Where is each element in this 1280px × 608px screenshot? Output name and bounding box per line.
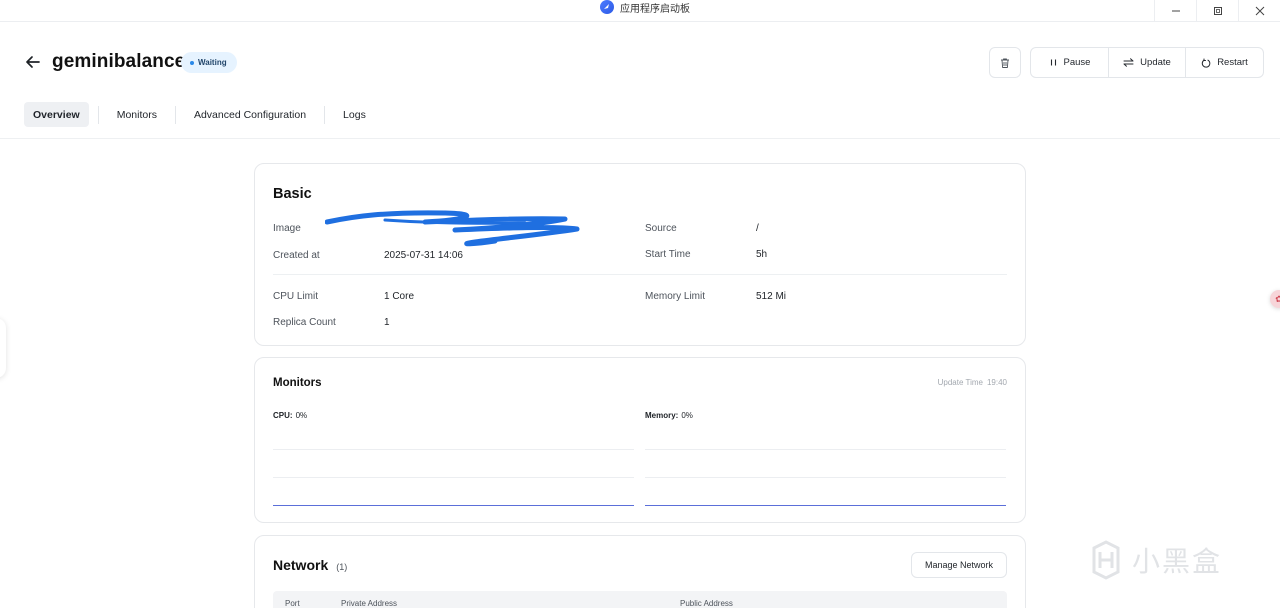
status-badge: Waiting — [181, 52, 237, 73]
column-private-address: Private Address — [341, 599, 398, 608]
cpu-metric: CPU: 0% — [273, 411, 307, 420]
update-time: Update Time 19:40 — [938, 378, 1007, 387]
memory-series-line — [645, 505, 1006, 506]
network-table-header: Port Private Address Public Address — [273, 591, 1007, 608]
created-at-value: 2025-07-31 14:06 — [384, 250, 463, 261]
memory-metric-value: 0% — [681, 411, 693, 420]
window-title: 应用程序启动板 — [600, 0, 690, 15]
monitors-title: Monitors — [273, 377, 322, 389]
delete-button[interactable] — [989, 47, 1021, 78]
network-title-text: Network — [273, 557, 329, 573]
window-titlebar: 应用程序启动板 — [0, 0, 1280, 22]
status-text: Waiting — [198, 58, 227, 67]
restart-button[interactable]: Restart — [1185, 48, 1263, 77]
floating-assistant-icon[interactable]: ✿ — [1270, 290, 1280, 308]
redaction-scribble — [325, 210, 580, 247]
memory-limit-label: Memory Limit — [645, 291, 706, 302]
status-dot-icon — [190, 60, 194, 65]
cpu-limit-label: CPU Limit — [273, 291, 319, 302]
swap-arrows-icon — [1123, 58, 1134, 67]
replica-count-value: 1 — [384, 317, 390, 328]
column-port: Port — [285, 599, 300, 608]
trash-icon — [1001, 58, 1009, 68]
update-label: Update — [1140, 57, 1171, 68]
tab-bar: Overview Monitors Advanced Configuration… — [24, 102, 375, 127]
watermark-text: 小黑盒 — [1132, 545, 1223, 578]
pause-label: Pause — [1063, 57, 1091, 68]
restart-icon — [1202, 58, 1211, 68]
back-button[interactable] — [24, 53, 42, 71]
memory-limit-value: 512 Mi — [756, 291, 787, 302]
update-time-label: Update Time — [937, 378, 983, 387]
source-label: Source — [645, 223, 677, 234]
created-at-label: Created at — [273, 250, 320, 261]
window-controls — [1154, 0, 1280, 22]
app-action-group: Pause Update Restart — [1030, 47, 1264, 78]
launchpad-logo-icon — [600, 0, 614, 14]
tab-logs[interactable]: Logs — [334, 102, 375, 127]
tabs-divider — [0, 138, 1280, 139]
minimize-button[interactable] — [1154, 0, 1196, 22]
start-time-value: 5h — [756, 249, 768, 260]
cpu-metric-value: 0% — [295, 411, 308, 420]
start-time-label: Start Time — [645, 249, 691, 260]
left-floating-panel[interactable] — [0, 318, 6, 378]
close-icon — [1255, 6, 1264, 16]
heybox-logo-icon — [1092, 540, 1120, 580]
image-label: Image — [273, 223, 301, 234]
memory-metric: Memory: 0% — [645, 411, 693, 420]
tab-overview[interactable]: Overview — [24, 102, 89, 127]
manage-network-button[interactable]: Manage Network — [911, 552, 1007, 578]
cpu-limit-value: 1 Core — [384, 291, 415, 302]
source-value: / — [756, 223, 759, 234]
replica-count-label: Replica Count — [273, 317, 336, 328]
arrow-left-icon — [26, 56, 40, 68]
cpu-grid-line — [273, 477, 634, 478]
memory-metric-label: Memory: — [645, 411, 679, 420]
restart-label: Restart — [1217, 57, 1248, 68]
network-title: Network (1) — [273, 557, 347, 573]
tab-monitors[interactable]: Monitors — [108, 102, 166, 127]
tab-divider — [324, 105, 326, 124]
tab-divider — [97, 105, 99, 124]
app-name-title: geminibalance — [52, 51, 186, 72]
cpu-grid-line — [273, 449, 634, 450]
monitors-card: Monitors Update Time 19:40 CPU: 0% Memor… — [254, 357, 1026, 523]
basic-card: Basic Image Source / Created at 2025-07-… — [254, 163, 1026, 346]
cpu-metric-label: CPU: — [273, 411, 293, 420]
network-count: (1) — [336, 562, 348, 572]
basic-divider — [273, 274, 1007, 275]
cpu-series-line — [273, 505, 634, 506]
watermark: 小黑盒 — [1086, 540, 1222, 580]
network-card: Network (1) Manage Network Port Private … — [254, 535, 1026, 608]
pause-icon — [1050, 59, 1056, 66]
restore-button[interactable] — [1196, 0, 1238, 22]
window-title-text: 应用程序启动板 — [620, 3, 690, 15]
memory-grid-line — [645, 449, 1006, 450]
update-time-value: 19:40 — [986, 378, 1007, 387]
update-button[interactable]: Update — [1108, 48, 1185, 77]
pause-button[interactable]: Pause — [1031, 48, 1108, 77]
tab-advanced-configuration[interactable]: Advanced Configuration — [185, 102, 315, 127]
tab-divider — [174, 105, 176, 124]
basic-title: Basic — [273, 186, 312, 202]
restore-icon — [1213, 7, 1222, 15]
memory-grid-line — [645, 477, 1006, 478]
column-public-address: Public Address — [680, 599, 733, 608]
minimize-icon — [1171, 10, 1180, 12]
close-button[interactable] — [1238, 0, 1280, 22]
